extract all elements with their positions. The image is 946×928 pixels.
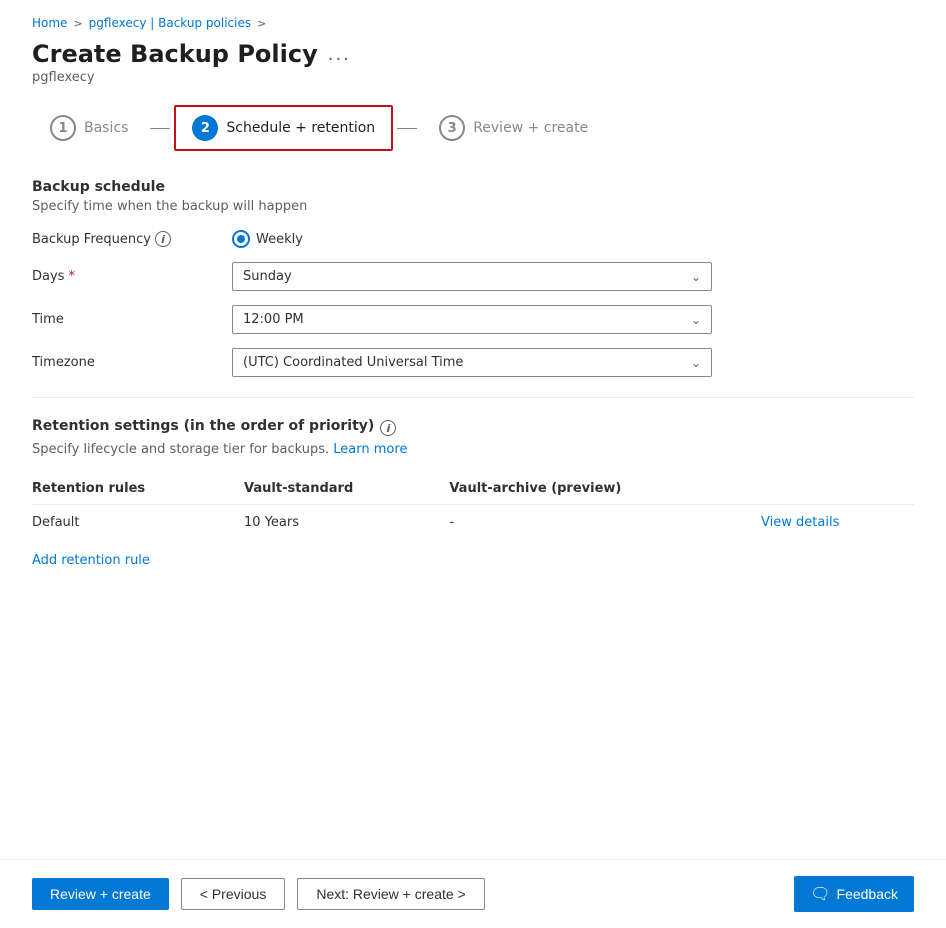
step-separator-2	[397, 128, 417, 129]
table-row: Default 10 Years - View details	[32, 505, 914, 541]
wizard-step-basics[interactable]: 1 Basics	[32, 105, 146, 151]
col-header-action	[761, 473, 914, 505]
frequency-info-icon[interactable]: i	[155, 231, 171, 247]
breadcrumb-sep1: >	[73, 17, 82, 30]
days-dropdown-container: Sunday ⌄	[232, 262, 712, 291]
time-dropdown[interactable]: 12:00 PM ⌄	[232, 305, 712, 334]
time-label: Time	[32, 312, 232, 327]
days-required-marker: *	[68, 269, 75, 284]
step-separator-1	[150, 128, 170, 129]
step-number-3: 3	[448, 121, 457, 136]
retention-section-desc: Specify lifecycle and storage tier for b…	[32, 442, 914, 457]
breadcrumb-sep2: >	[257, 17, 266, 30]
frequency-radio-dot	[232, 230, 250, 248]
timezone-row: Timezone (UTC) Coordinated Universal Tim…	[32, 348, 914, 377]
row-action-cell: View details	[761, 505, 914, 541]
view-details-link[interactable]: View details	[761, 515, 839, 530]
frequency-label: Backup Frequency i	[32, 231, 232, 247]
learn-more-link[interactable]: Learn more	[333, 442, 407, 457]
footer: Review + create < Previous Next: Review …	[0, 859, 946, 928]
time-row: Time 12:00 PM ⌄	[32, 305, 914, 334]
retention-table: Retention rules Vault-standard Vault-arc…	[32, 473, 914, 540]
time-selected-value: 12:00 PM	[243, 312, 304, 327]
col-header-vault-archive: Vault-archive (preview)	[449, 473, 761, 505]
step-circle-3: 3	[439, 115, 465, 141]
previous-button[interactable]: < Previous	[181, 878, 286, 910]
page-subtitle: pgflexecy	[32, 70, 914, 85]
next-button[interactable]: Next: Review + create >	[297, 878, 484, 910]
breadcrumb: Home > pgflexecy | Backup policies >	[32, 16, 914, 30]
page-title-row: Create Backup Policy ...	[32, 40, 914, 68]
step-label-schedule: Schedule + retention	[226, 120, 375, 136]
frequency-row: Backup Frequency i Weekly	[32, 230, 914, 248]
col-header-rules: Retention rules	[32, 473, 244, 505]
step-circle-2: 2	[192, 115, 218, 141]
retention-title-row: Retention settings (in the order of prio…	[32, 418, 914, 438]
backup-schedule-desc: Specify time when the backup will happen	[32, 199, 914, 214]
feedback-label: Feedback	[837, 886, 898, 902]
frequency-radio-group: Weekly	[232, 230, 712, 248]
wizard-step-schedule[interactable]: 2 Schedule + retention	[174, 105, 393, 151]
timezone-label: Timezone	[32, 355, 232, 370]
days-dropdown[interactable]: Sunday ⌄	[232, 262, 712, 291]
review-create-button[interactable]: Review + create	[32, 878, 169, 910]
step-label-basics: Basics	[84, 120, 128, 136]
breadcrumb-policies[interactable]: pgflexecy | Backup policies	[89, 16, 251, 30]
frequency-radio-inner	[237, 235, 245, 243]
timezone-selected-value: (UTC) Coordinated Universal Time	[243, 355, 463, 370]
row-vault-archive: -	[449, 505, 761, 541]
section-divider	[32, 397, 914, 398]
wizard-step-review[interactable]: 3 Review + create	[421, 105, 606, 151]
feedback-icon: 🗨	[810, 884, 830, 904]
days-selected-value: Sunday	[243, 269, 292, 284]
retention-info-icon[interactable]: i	[380, 420, 396, 436]
retention-table-header-row: Retention rules Vault-standard Vault-arc…	[32, 473, 914, 505]
time-dropdown-container: 12:00 PM ⌄	[232, 305, 712, 334]
timezone-dropdown[interactable]: (UTC) Coordinated Universal Time ⌄	[232, 348, 712, 377]
page-menu-button[interactable]: ...	[328, 44, 351, 65]
days-row: Days * Sunday ⌄	[32, 262, 914, 291]
retention-table-body: Default 10 Years - View details	[32, 505, 914, 541]
frequency-weekly-option[interactable]: Weekly	[232, 230, 303, 248]
step-number-1: 1	[58, 121, 67, 136]
days-chevron-icon: ⌄	[691, 270, 701, 284]
col-header-vault-standard: Vault-standard	[244, 473, 449, 505]
step-number-2: 2	[201, 121, 210, 136]
add-retention-rule-link[interactable]: Add retention rule	[32, 553, 150, 568]
wizard-steps: 1 Basics 2 Schedule + retention 3 Review…	[32, 105, 914, 151]
step-label-review: Review + create	[473, 120, 588, 136]
frequency-weekly-label: Weekly	[256, 232, 303, 247]
timezone-chevron-icon: ⌄	[691, 356, 701, 370]
row-rule-name: Default	[32, 505, 244, 541]
page-title: Create Backup Policy	[32, 40, 318, 68]
step-circle-1: 1	[50, 115, 76, 141]
days-label: Days *	[32, 269, 232, 284]
time-chevron-icon: ⌄	[691, 313, 701, 327]
timezone-dropdown-container: (UTC) Coordinated Universal Time ⌄	[232, 348, 712, 377]
retention-table-header: Retention rules Vault-standard Vault-arc…	[32, 473, 914, 505]
retention-section-title: Retention settings (in the order of prio…	[32, 418, 374, 434]
backup-schedule-title: Backup schedule	[32, 179, 914, 195]
breadcrumb-home[interactable]: Home	[32, 16, 67, 30]
row-vault-standard: 10 Years	[244, 505, 449, 541]
feedback-button[interactable]: 🗨 Feedback	[794, 876, 914, 912]
